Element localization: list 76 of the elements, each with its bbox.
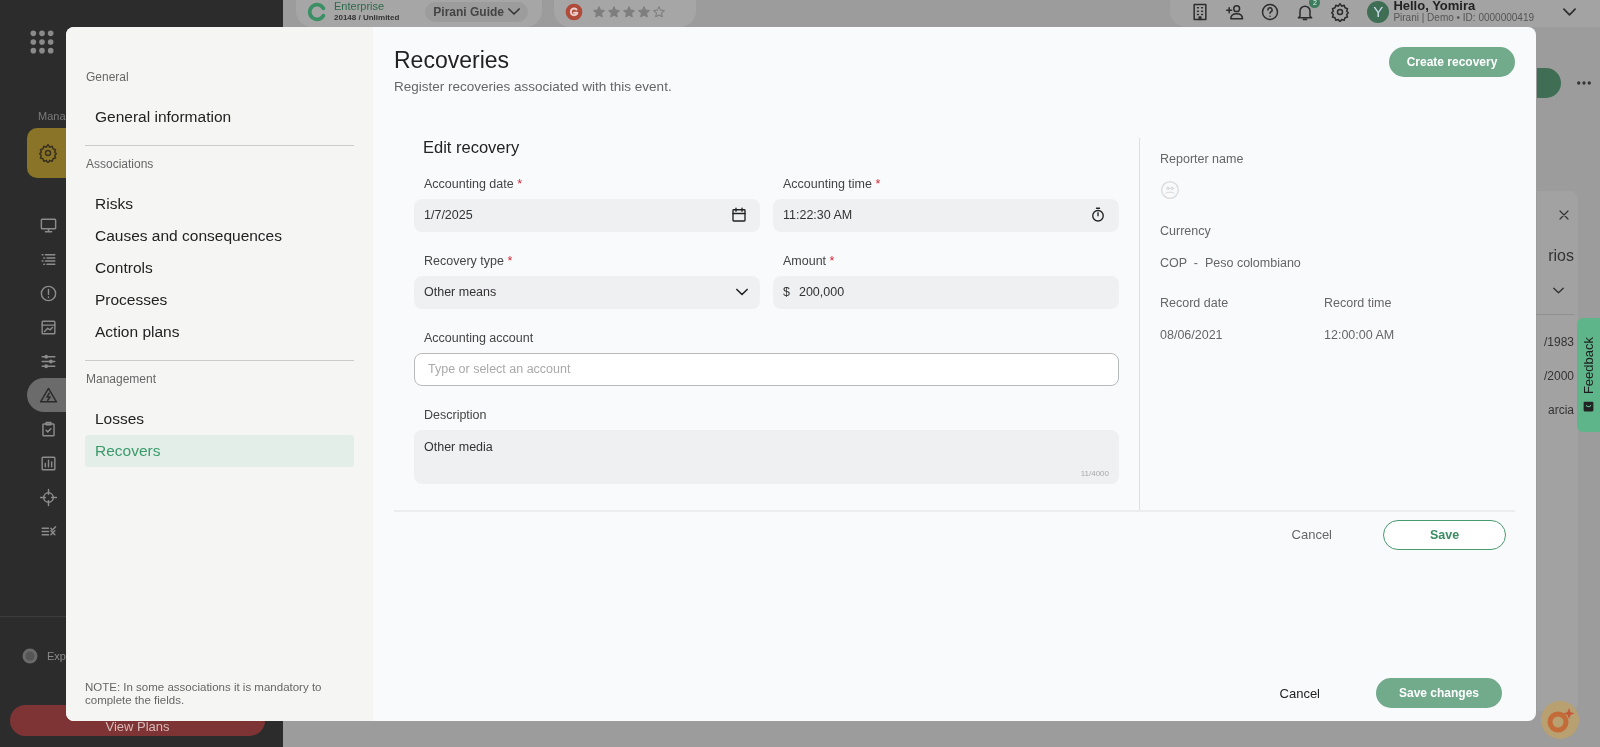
table-cell: /1983 [1543, 335, 1574, 349]
chevron-down-icon[interactable] [1553, 287, 1564, 294]
select-field[interactable]: Other means [414, 275, 760, 309]
section-title: Edit recovery [423, 137, 521, 157]
table-cell: /2000 [1543, 369, 1574, 383]
nav-item[interactable]: Losses [85, 403, 354, 435]
field-label: Record time [1324, 295, 1393, 310]
rating-logo-icon [564, 1, 585, 22]
cancel-button[interactable]: Cancel [1291, 527, 1332, 543]
monitor-icon [39, 215, 58, 235]
field-label: Description [424, 407, 488, 422]
currency-value: COP - Peso colombiano [1160, 255, 1302, 270]
field-label: Record date [1160, 295, 1230, 310]
toggle-icon[interactable] [21, 647, 39, 665]
crosshair-icon [39, 487, 58, 507]
save-button[interactable]: Save [1383, 519, 1506, 550]
date-field[interactable]: 1/7/2025 [414, 198, 760, 232]
field-value: 12:00:00 AM [1324, 327, 1396, 342]
note-text: NOTE: In some associations it is mandatory to complete the fields. [85, 680, 323, 707]
star-icon [607, 4, 622, 19]
plan-logo-icon [306, 0, 328, 23]
section-label: General [86, 70, 130, 84]
apps-grid-icon[interactable] [29, 29, 55, 55]
plan-usage: 20148 / Unlimited [334, 14, 400, 22]
chat-icon [1582, 400, 1595, 414]
amount-field[interactable]: $ 200,000 [773, 275, 1119, 309]
panel-heading: rios [1548, 247, 1574, 265]
gear-icon [38, 143, 58, 163]
panel-icon [39, 317, 58, 337]
field-label: Currency [1160, 223, 1212, 238]
table-cell: arcia [1548, 403, 1574, 417]
user-group-icon [1160, 179, 1180, 200]
nav-item[interactable]: Risks [85, 188, 354, 220]
section-label: Management [86, 372, 158, 386]
star-icon [637, 4, 652, 19]
field-label: Accounting time * [783, 176, 882, 191]
section-label: Mana [38, 110, 66, 122]
chevron-down-icon [736, 288, 748, 297]
time-field[interactable]: 11:22:30 AM [773, 198, 1119, 232]
user-avatar[interactable]: Y [1367, 0, 1390, 23]
checklist-icon [39, 419, 58, 439]
nav-item[interactable]: Causes and consequences [85, 220, 354, 252]
field-label: Accounting date * [424, 176, 523, 191]
nav-item[interactable]: Action plans [85, 316, 354, 348]
chevron-down-icon [508, 8, 521, 15]
star-icon [592, 4, 607, 19]
nav-item[interactable]: Processes [85, 284, 354, 316]
chart-icon [39, 453, 58, 473]
field-label: Accounting account [424, 330, 535, 345]
guide-dropdown[interactable]: Pirani Guide [425, 1, 529, 22]
modal-title: Recoveries [394, 47, 511, 75]
feedback-tab[interactable]: Feedback [1577, 318, 1600, 432]
alert-icon [39, 283, 58, 303]
stopwatch-icon [1089, 206, 1107, 225]
settings-icon[interactable] [1330, 1, 1351, 22]
section-label: Associations [86, 157, 155, 171]
user-greeting: Hello, Yomira [1393, 0, 1477, 14]
chevron-down-icon[interactable] [1563, 7, 1576, 16]
help-icon[interactable] [1260, 1, 1281, 22]
plan-name: Enterprise [334, 1, 386, 12]
field-label: Amount * [783, 253, 836, 268]
star-icon [622, 4, 637, 19]
star-outline-icon [652, 4, 667, 19]
field-label: Recovery type * [424, 253, 514, 268]
field-value: 08/06/2021 [1160, 327, 1224, 342]
cancel-button[interactable]: Cancel [1279, 685, 1320, 701]
warning-icon [39, 385, 58, 405]
field-label: Reporter name [1160, 151, 1245, 166]
nav-item[interactable]: Controls [85, 252, 354, 284]
user-detail: Pirani | Demo • ID: 0000000419 [1393, 13, 1534, 24]
description-field[interactable]: Other media 11/4000 [414, 429, 1119, 484]
calendar-icon [730, 206, 748, 225]
nav-item[interactable]: General information [85, 101, 354, 133]
expand-label: Exp [47, 650, 66, 662]
account-field[interactable]: Type or select an account [414, 352, 1119, 386]
modal-subtitle: Register recoveries associated with this event. [394, 78, 672, 94]
